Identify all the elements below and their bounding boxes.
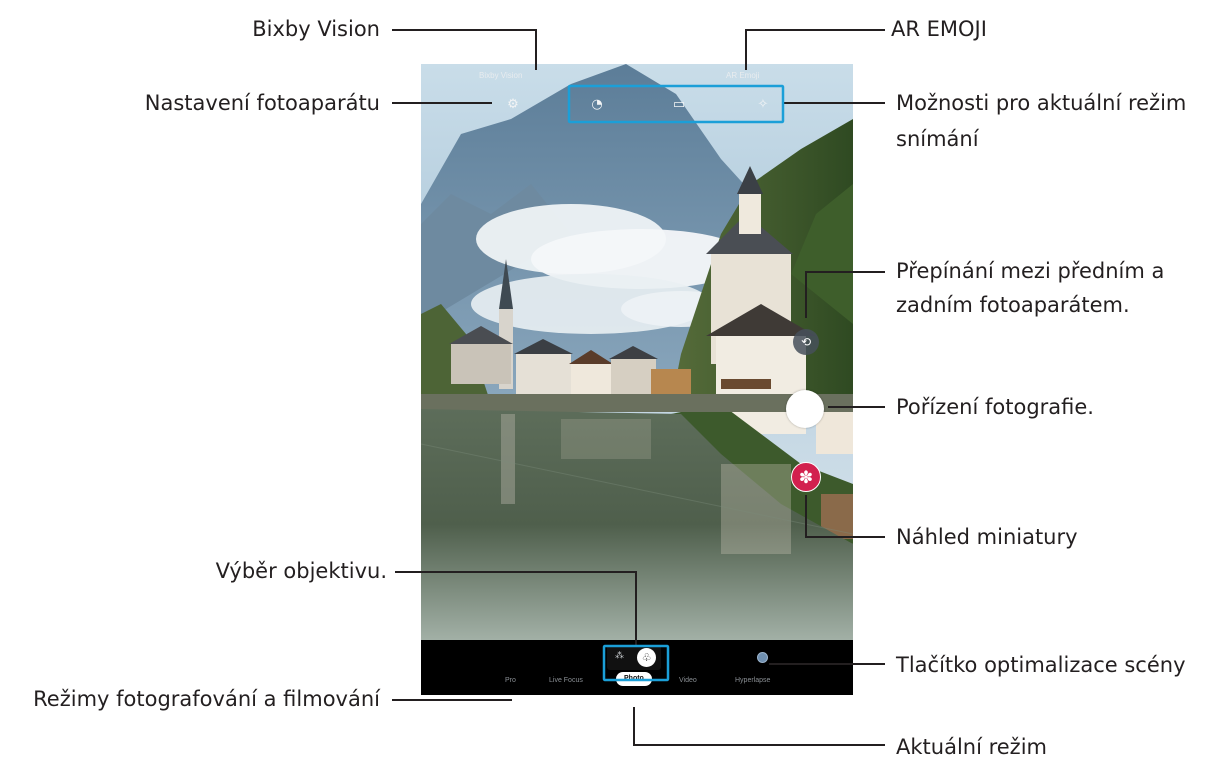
mode-options-callout-line2: snímání bbox=[896, 127, 979, 151]
shooting-modes-callout: Režimy fotografování a filmování bbox=[33, 687, 380, 711]
mode-hyperlapse[interactable]: Hyperlapse bbox=[735, 677, 770, 684]
switch-camera-callout-line1: Přepínání mezi předním a bbox=[896, 259, 1165, 283]
camera-settings-callout: Nastavení fotoaparátu bbox=[144, 91, 380, 115]
landscape-photo bbox=[421, 64, 853, 640]
ar-emoji-button[interactable]: AR Emoji bbox=[726, 71, 759, 80]
shutter-button[interactable] bbox=[786, 390, 824, 428]
switch-camera-callout-line2: zadním fotoaparátem. bbox=[896, 293, 1130, 317]
scene-optimizer-icon[interactable] bbox=[757, 652, 768, 663]
mode-video[interactable]: Video bbox=[679, 677, 697, 684]
current-mode-callout: Aktuální režim bbox=[896, 735, 1047, 759]
flower-icon[interactable]: ✽ bbox=[791, 462, 821, 492]
bixby-vision-button[interactable]: Bixby Vision bbox=[479, 71, 522, 80]
camera-switch-icon[interactable]: ⟲ bbox=[793, 329, 819, 355]
normal-lens-icon[interactable]: ♧ bbox=[637, 648, 656, 667]
scene-optimizer-callout: Tlačítko optimalizace scény bbox=[896, 653, 1186, 677]
mode-options-callout-line1: Možnosti pro aktuální režim bbox=[896, 91, 1187, 115]
magic-wand-icon[interactable]: ✧ bbox=[755, 97, 771, 113]
gear-icon[interactable]: ⚙ bbox=[505, 97, 521, 113]
ar-emoji-callout: AR EMOJI bbox=[891, 17, 987, 41]
lens-selector[interactable]: ⁂ ♧ bbox=[607, 645, 661, 670]
thumbnail-preview-callout: Náhled miniatury bbox=[896, 525, 1078, 549]
mode-photo[interactable]: Photo bbox=[616, 672, 652, 686]
timer-icon[interactable]: ◔ bbox=[589, 97, 605, 113]
mode-live-focus[interactable]: Live Focus bbox=[549, 677, 583, 684]
take-picture-callout: Pořízení fotografie. bbox=[896, 395, 1094, 419]
wide-lens-icon[interactable]: ⁂ bbox=[615, 651, 624, 661]
aspect-ratio-icon[interactable]: ▭ bbox=[671, 97, 687, 113]
camera-viewfinder-screen: Bixby Vision AR Emoji ⚙ ◔ ▭ ✧ ⟲ ✽ ⁂ ♧ Pr… bbox=[421, 64, 853, 695]
lens-selection-callout: Výběr objektivu. bbox=[215, 559, 387, 583]
camera-bottom-bar: ⁂ ♧ Pro Live Focus Photo Video Hyperlaps… bbox=[421, 640, 853, 695]
bixby-vision-callout: Bixby Vision bbox=[252, 17, 380, 41]
mode-pro[interactable]: Pro bbox=[505, 677, 516, 684]
